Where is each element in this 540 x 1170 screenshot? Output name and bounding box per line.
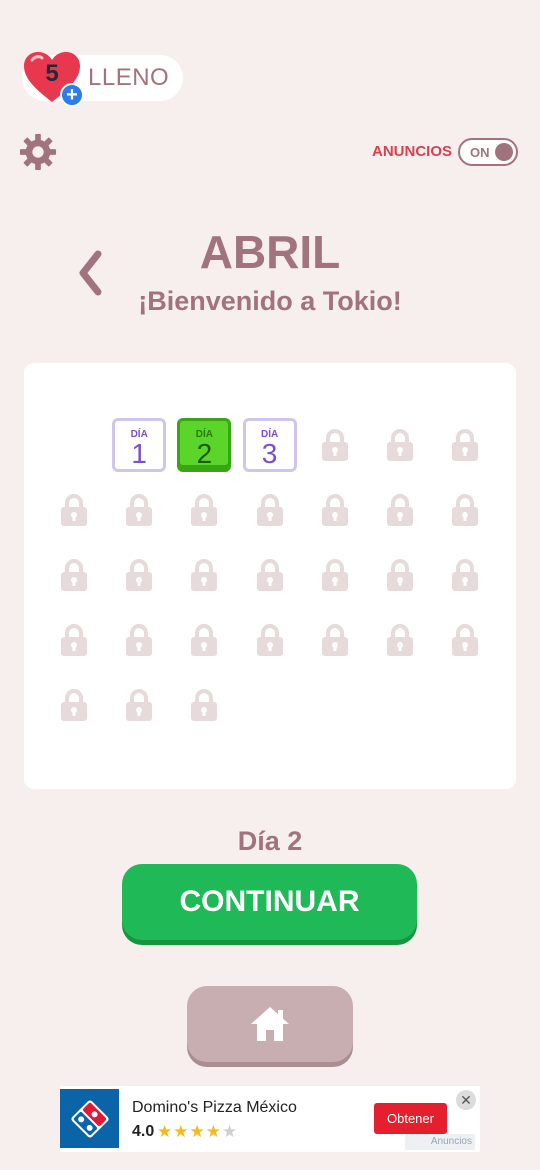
locked-day-23 <box>177 613 231 667</box>
toggle-knob <box>495 143 513 161</box>
locked-day-13 <box>438 483 492 537</box>
star-icon: ★ <box>157 1122 174 1141</box>
lock-icon <box>321 494 348 526</box>
star-icon: ★ <box>205 1122 222 1141</box>
lock-icon <box>126 559 153 591</box>
lock-icon <box>191 559 218 591</box>
locked-day-11 <box>308 483 362 537</box>
star-icon: ★ <box>173 1122 190 1141</box>
lock-icon <box>387 559 413 591</box>
locked-day-6 <box>438 418 492 472</box>
month-title: ABRIL <box>199 226 341 278</box>
lock-icon <box>452 494 479 526</box>
lock-icon <box>126 624 153 656</box>
lock-icon <box>61 624 87 656</box>
lock-icon <box>452 559 479 591</box>
ad-stars: ★★★★★ <box>157 1122 238 1142</box>
ads-toggle-state: ON <box>470 145 490 160</box>
lives-heart[interactable]: 5 + <box>22 50 84 108</box>
ad-get-button[interactable]: Obtener <box>374 1103 447 1134</box>
locked-day-12 <box>373 483 427 537</box>
day-tile-3[interactable]: DÍA 3 <box>242 418 297 472</box>
locked-day-4 <box>308 418 362 472</box>
lock-icon <box>387 624 413 656</box>
locked-day-5 <box>373 418 427 472</box>
lock-icon <box>256 624 283 656</box>
lock-icon <box>321 624 348 656</box>
dominos-logo <box>60 1089 119 1148</box>
locked-day-20 <box>438 548 492 602</box>
locked-day-15 <box>112 548 166 602</box>
add-lives-icon[interactable]: + <box>60 83 84 107</box>
locked-day-22 <box>112 613 166 667</box>
locked-day-27 <box>438 613 492 667</box>
lock-icon <box>321 559 348 591</box>
home-button[interactable] <box>187 986 353 1062</box>
lock-icon <box>191 624 218 656</box>
star-icon: ★ <box>222 1122 239 1141</box>
ad-rating: 4.0 <box>132 1123 155 1140</box>
lock-icon <box>61 689 87 721</box>
day-tile-number: 1 <box>131 438 147 469</box>
lock-icon <box>387 429 413 461</box>
locked-day-19 <box>373 548 427 602</box>
ad-banner[interactable]: Domino's Pizza México 4.0 ★★★★★ Obtener … <box>60 1086 480 1152</box>
welcome-subtitle: ¡Bienvenido a Tokio! <box>138 286 402 316</box>
day-tile-1[interactable]: DÍA 1 <box>112 418 167 472</box>
lock-icon <box>256 559 283 591</box>
lock-icon <box>61 494 87 526</box>
ads-toggle[interactable]: ON <box>458 138 518 166</box>
locked-day-8 <box>112 483 166 537</box>
locked-day-25 <box>308 613 362 667</box>
locked-day-10 <box>243 483 297 537</box>
lock-icon <box>387 494 413 526</box>
locked-day-14 <box>47 548 101 602</box>
current-day-label: Día 2 <box>237 826 303 856</box>
locked-day-7 <box>47 483 101 537</box>
ad-title: Domino's Pizza México <box>132 1099 297 1116</box>
lives-status: LLENO <box>88 64 170 91</box>
lock-icon <box>191 689 218 721</box>
day-tile-number: 2 <box>196 438 213 469</box>
locked-day-21 <box>47 613 101 667</box>
settings-gear-icon[interactable] <box>19 133 57 171</box>
ad-close-icon[interactable]: ✕ <box>456 1090 476 1110</box>
calendar-grid: DÍA 1 DÍA 2 DÍA 3 <box>24 363 516 789</box>
lock-icon <box>126 689 153 721</box>
locked-day-17 <box>243 548 297 602</box>
locked-day-24 <box>243 613 297 667</box>
home-icon <box>251 1007 289 1041</box>
lock-icon <box>126 494 153 526</box>
lock-icon <box>452 429 479 461</box>
ads-label: ANUNCIOS <box>372 143 453 160</box>
continue-button[interactable]: CONTINUAR <box>122 864 417 940</box>
star-icon: ★ <box>189 1122 206 1141</box>
lock-icon <box>61 559 87 591</box>
lock-icon <box>256 494 283 526</box>
locked-day-26 <box>373 613 427 667</box>
locked-day-28 <box>47 678 101 732</box>
day-tile-number: 3 <box>261 438 278 469</box>
locked-day-9 <box>177 483 231 537</box>
lock-icon <box>191 494 218 526</box>
ad-tag: Anuncios <box>405 1134 475 1150</box>
locked-day-29 <box>112 678 166 732</box>
lock-icon <box>321 429 348 461</box>
locked-day-18 <box>308 548 362 602</box>
day-tile-2[interactable]: DÍA 2 <box>177 418 232 472</box>
locked-day-30 <box>177 678 231 732</box>
lock-icon <box>452 624 479 656</box>
locked-day-16 <box>177 548 231 602</box>
